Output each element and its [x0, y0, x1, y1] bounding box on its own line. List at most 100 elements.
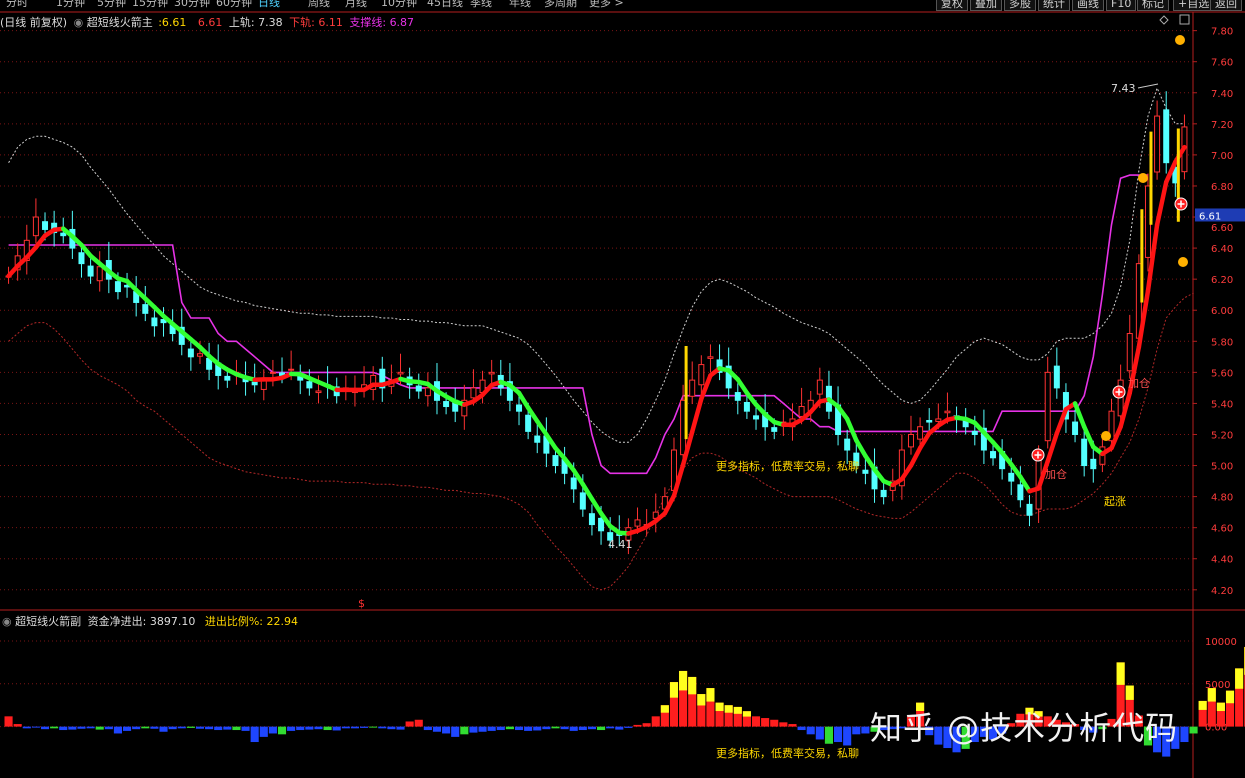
y-tick-label: 6.00 [1211, 306, 1233, 317]
fund-flow-bar [13, 724, 22, 727]
fund-flow-bar [761, 718, 770, 727]
fund-flow-bar [68, 726, 77, 730]
fund-flow-bar [177, 726, 186, 729]
y-tick-label: 5.40 [1211, 399, 1233, 410]
fund-flow-cap [733, 706, 742, 714]
fund-flow-bar [469, 726, 478, 733]
fund-flow-bar [141, 726, 150, 729]
y-tick-label: 4.40 [1211, 555, 1233, 566]
candle-body [114, 281, 121, 293]
current-price-text: 6.61 [1199, 211, 1221, 222]
trend-line-segment [908, 445, 923, 468]
indicator-value-2: 6.61 [197, 16, 223, 29]
y-tick-label: 7.20 [1211, 120, 1233, 131]
low-price-label: 4.41 [608, 538, 633, 551]
sub-settings-icon[interactable]: ◉ [2, 615, 12, 628]
candle-body [470, 387, 477, 399]
candle-body [707, 356, 714, 359]
dollar-marker: $ [358, 597, 365, 610]
trend-line-segment [735, 377, 750, 396]
fund-flow-bar [22, 726, 31, 729]
y-tick-label: 6.80 [1211, 182, 1233, 193]
fund-flow-bar [205, 726, 214, 730]
fund-flow-bar [268, 726, 277, 734]
fund-flow-bar [95, 726, 104, 730]
fund-flow-bar [797, 726, 806, 731]
upper-band-value: 7.38 [258, 16, 283, 29]
candle-body [196, 353, 203, 357]
candle-body [525, 414, 532, 432]
sub-indicator-name[interactable]: 超短线火箭副 [15, 615, 81, 628]
y-tick-label: 6.40 [1211, 244, 1233, 255]
fund-flow-bar [642, 723, 651, 727]
fund-flow-bar [1189, 726, 1198, 734]
fund-flow-bar [524, 726, 533, 731]
fund-flow-bar [31, 726, 40, 728]
watermark: 知乎 @技术分析代码 [870, 709, 1179, 747]
trend-line-segment [863, 453, 877, 472]
fund-flow-bar [615, 726, 624, 730]
sub-indicator-header: ◉ 超短线火箭副 资金净进出: 3897.10 进出比例%: 22.94 [2, 615, 299, 628]
stock-chart: 7.80 7.60 7.40 7.20 7.00 6.80 6.60 6.40 6.20 6.00… [0, 11, 1245, 778]
candle-body [698, 364, 705, 386]
fund-flow-cap [660, 705, 669, 713]
fund-flow-bar [432, 726, 442, 732]
fund-flow-bar [369, 726, 378, 728]
fund-flow-cap [1225, 690, 1235, 704]
fund-flow-bar [587, 726, 596, 730]
y-tick-label: 7.80 [1211, 27, 1233, 38]
fund-flow-bar [50, 726, 59, 729]
fund-flow-bar [551, 726, 560, 729]
fund-flow-bar [788, 724, 797, 727]
fund-flow-bar [250, 726, 259, 743]
fund-flow-bar [305, 726, 314, 730]
flow-ratio-value: 22.94 [266, 615, 299, 628]
fund-flow-bar [223, 726, 232, 730]
trend-line-segment [844, 416, 859, 443]
fund-flow-cap [1125, 685, 1134, 700]
price-tick-extra: 6.60 [1211, 223, 1233, 234]
candle-body [60, 232, 67, 237]
candle-body [816, 379, 823, 395]
candle-body [1163, 109, 1170, 164]
fund-flow-bar [277, 726, 287, 735]
candle-body [588, 513, 595, 526]
candle-body [224, 375, 231, 381]
indicator-name[interactable]: 超短线火箭主 [87, 16, 153, 29]
candle-body [151, 317, 158, 327]
candle-body [87, 265, 94, 277]
trend-line-segment [1154, 179, 1169, 228]
upper-band-label: 上轨 [228, 16, 251, 29]
candle-body [1081, 438, 1088, 467]
sub-y-tick-label: 10000 [1205, 637, 1237, 648]
fund-flow-bar [259, 726, 268, 737]
high-price-arrow [1137, 83, 1159, 89]
fund-flow-cap [697, 694, 706, 706]
candle-body [880, 489, 887, 498]
candle-body [862, 469, 869, 474]
promo-text-sub: 更多指标，低费率交易，私聊 [716, 747, 859, 760]
candle-body [743, 401, 750, 412]
support-line-label: 支撑线 [349, 16, 383, 29]
upper-band-line [8, 86, 1185, 443]
fund-flow-bar [633, 724, 642, 727]
candle-body [78, 252, 85, 265]
fund-flow-bar [569, 726, 578, 731]
fund-flow-cap [679, 670, 688, 691]
fund-flow-bar [86, 726, 95, 729]
candle-body [771, 427, 778, 432]
candle-body [187, 348, 194, 358]
settings-toggle-icon[interactable]: ◉ [74, 16, 84, 29]
fund-flow-bar [332, 726, 341, 731]
candle-body [570, 477, 577, 490]
fund-flow-cap [669, 682, 679, 698]
candle-body [598, 517, 605, 532]
fund-flow-bar [487, 726, 496, 731]
fund-flow-cap [742, 711, 751, 717]
fund-flow-cap [688, 676, 697, 695]
add-position-label-1: 加仓 [1045, 468, 1067, 481]
window-icon [1179, 14, 1190, 25]
candle-body [844, 438, 851, 451]
candle-body [1053, 365, 1060, 389]
fund-flow-bar [414, 719, 423, 727]
